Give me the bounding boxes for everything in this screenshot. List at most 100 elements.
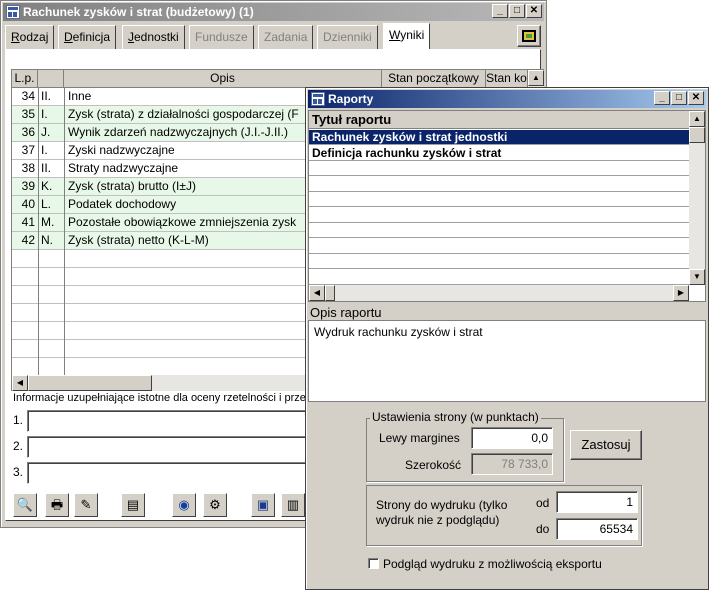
row-symbol: N. — [41, 233, 53, 247]
row-lp: 42 — [21, 233, 35, 247]
reports-minimize-button[interactable]: _ — [654, 91, 670, 105]
tab-wyniki[interactable]: Wyniki — [383, 23, 431, 49]
info-field-3[interactable] — [27, 462, 312, 484]
reports-scroll-left[interactable]: ◀ — [309, 285, 325, 301]
reports-list-header: Tytuł raportu — [309, 111, 689, 129]
col-opis-header[interactable]: Opis — [64, 70, 382, 88]
desc-text: Wydruk rachunku zysków i strat — [314, 325, 483, 339]
print-button[interactable]: 🖶 — [45, 493, 69, 517]
left-margin-label: Lewy margines — [379, 431, 460, 445]
page-settings-label: Ustawienia strony (w punktach) — [370, 410, 541, 424]
delete-button[interactable]: ▥ — [281, 493, 305, 517]
col-stan-header[interactable]: Stan początkowy — [382, 70, 486, 88]
left-margin-input[interactable]: 0,0 — [471, 427, 553, 449]
report-list-item[interactable] — [309, 177, 689, 192]
reports-titlebar: Raporty _ □ ✕ — [308, 90, 706, 108]
export-button[interactable]: ◉ — [172, 493, 196, 517]
report-list-item[interactable] — [309, 270, 689, 285]
row-symbol: L. — [41, 197, 52, 211]
tab-jednostki[interactable]: Jednostki — [122, 25, 185, 49]
from-label: od — [536, 496, 550, 510]
tab-rodzaj[interactable]: Rodzaj — [5, 25, 55, 49]
pages-label: Strony do wydruku (tylko wydruk nie z po… — [376, 498, 508, 527]
width-value: 78 733,0 — [501, 457, 548, 471]
row-lp: 34 — [21, 89, 35, 103]
app-icon — [6, 5, 20, 19]
col-sym-header[interactable] — [38, 70, 64, 88]
desc-box: Wydruk rachunku zysków i strat — [308, 320, 706, 402]
row-symbol: J. — [41, 125, 51, 139]
to-input[interactable]: 65534 — [556, 518, 638, 540]
trash-icon: ▥ — [286, 497, 300, 512]
reports-maximize-button[interactable]: □ — [671, 91, 687, 105]
row-symbol: M. — [41, 215, 55, 229]
col-lp-header[interactable]: L.p. — [12, 70, 38, 88]
width-label: Szerokość — [405, 458, 462, 472]
scroll-left-button[interactable]: ◀ — [12, 375, 28, 391]
row-symbol: II. — [41, 89, 52, 103]
hscroll-thumb[interactable] — [28, 375, 152, 391]
main-title: Rachunek zysków i strat (budżetowy) (1) — [23, 5, 254, 19]
report-list-item[interactable] — [309, 161, 689, 176]
save-button[interactable]: ▣ — [251, 493, 275, 517]
printer-icon: 🖶 — [50, 497, 64, 512]
preview-icon: 🔍 — [16, 497, 34, 512]
row-symbol: I. — [41, 143, 48, 157]
close-button[interactable]: ✕ — [526, 4, 542, 18]
tab-definicja[interactable]: Definicja — [58, 25, 117, 49]
col-stan-ko-header[interactable]: Stan ko — [486, 70, 528, 88]
edit-icon: ▤ — [126, 497, 140, 512]
print-settings-icon: ✎ — [80, 497, 92, 512]
report-list-item[interactable] — [309, 192, 689, 207]
to-value: 65534 — [599, 522, 633, 536]
row-symbol: II. — [41, 161, 52, 175]
report-list-item[interactable] — [309, 254, 689, 269]
reports-scroll-up[interactable]: ▲ — [689, 111, 705, 127]
row-lp: 36 — [21, 125, 35, 139]
report-list-item[interactable] — [309, 223, 689, 238]
reports-scroll-right[interactable]: ▶ — [673, 285, 689, 301]
preview-checkbox[interactable] — [368, 558, 379, 569]
reports-list: Tytuł raportu Rachunek zysków i strat je… — [308, 110, 706, 302]
main-titlebar: Rachunek zysków i strat (budżetowy) (1) … — [3, 3, 544, 21]
film-icon — [522, 30, 536, 42]
from-value: 1 — [626, 495, 633, 509]
report-list-item[interactable]: Rachunek zysków i strat jednostki — [309, 130, 689, 145]
tab-wyniki-label: yniki — [400, 28, 425, 42]
floppy-icon: ▣ — [256, 497, 270, 512]
info-row-3-label: 3. — [13, 465, 24, 479]
edit-button[interactable]: ▤ — [121, 493, 145, 517]
reports-vthumb[interactable] — [689, 127, 705, 143]
row-lp: 41 — [21, 215, 35, 229]
print-settings-button[interactable]: ✎ — [74, 493, 98, 517]
desc-label: Opis raportu — [310, 305, 382, 320]
reports-scroll-down[interactable]: ▼ — [689, 269, 705, 285]
reports-hscroll[interactable] — [309, 285, 689, 301]
tab-wyniki-hotkey: W — [389, 28, 401, 42]
tab-rodzaj-hotkey: R — [11, 30, 20, 44]
minimize-button[interactable]: _ — [492, 4, 508, 18]
reports-close-button[interactable]: ✕ — [688, 91, 704, 105]
maximize-button[interactable]: □ — [509, 4, 525, 18]
from-input[interactable]: 1 — [556, 491, 638, 513]
tab-definicja-hotkey: D — [64, 30, 73, 44]
tab-rodzaj-label: odzaj — [19, 30, 49, 44]
reports-hthumb[interactable] — [325, 285, 335, 301]
scroll-up-button[interactable]: ▲ — [528, 70, 544, 86]
row-symbol: K. — [41, 179, 53, 193]
apply-button[interactable]: Zastosuj — [570, 430, 642, 460]
info-label: Informacje uzupełniające istotne dla oce… — [13, 392, 312, 404]
reports-dialog: Raporty _ □ ✕ Tytuł raportu Rachunek zys… — [305, 87, 709, 590]
film-button[interactable] — [517, 25, 541, 47]
left-margin-value: 0,0 — [531, 431, 548, 445]
row-lp: 35 — [21, 107, 35, 121]
preview-checkbox-label[interactable]: Podgląd wydruku z możliwością eksportu — [383, 557, 602, 571]
report-list-item[interactable]: Definicja rachunku zysków i strat — [309, 146, 689, 161]
info-field-1[interactable] — [27, 410, 312, 432]
row-symbol: I. — [41, 107, 48, 121]
preview-button[interactable]: 🔍 — [13, 493, 37, 517]
report-list-item[interactable] — [309, 208, 689, 223]
calc-button[interactable]: ⚙ — [203, 493, 227, 517]
info-field-2[interactable] — [27, 436, 312, 458]
report-list-item[interactable] — [309, 239, 689, 254]
